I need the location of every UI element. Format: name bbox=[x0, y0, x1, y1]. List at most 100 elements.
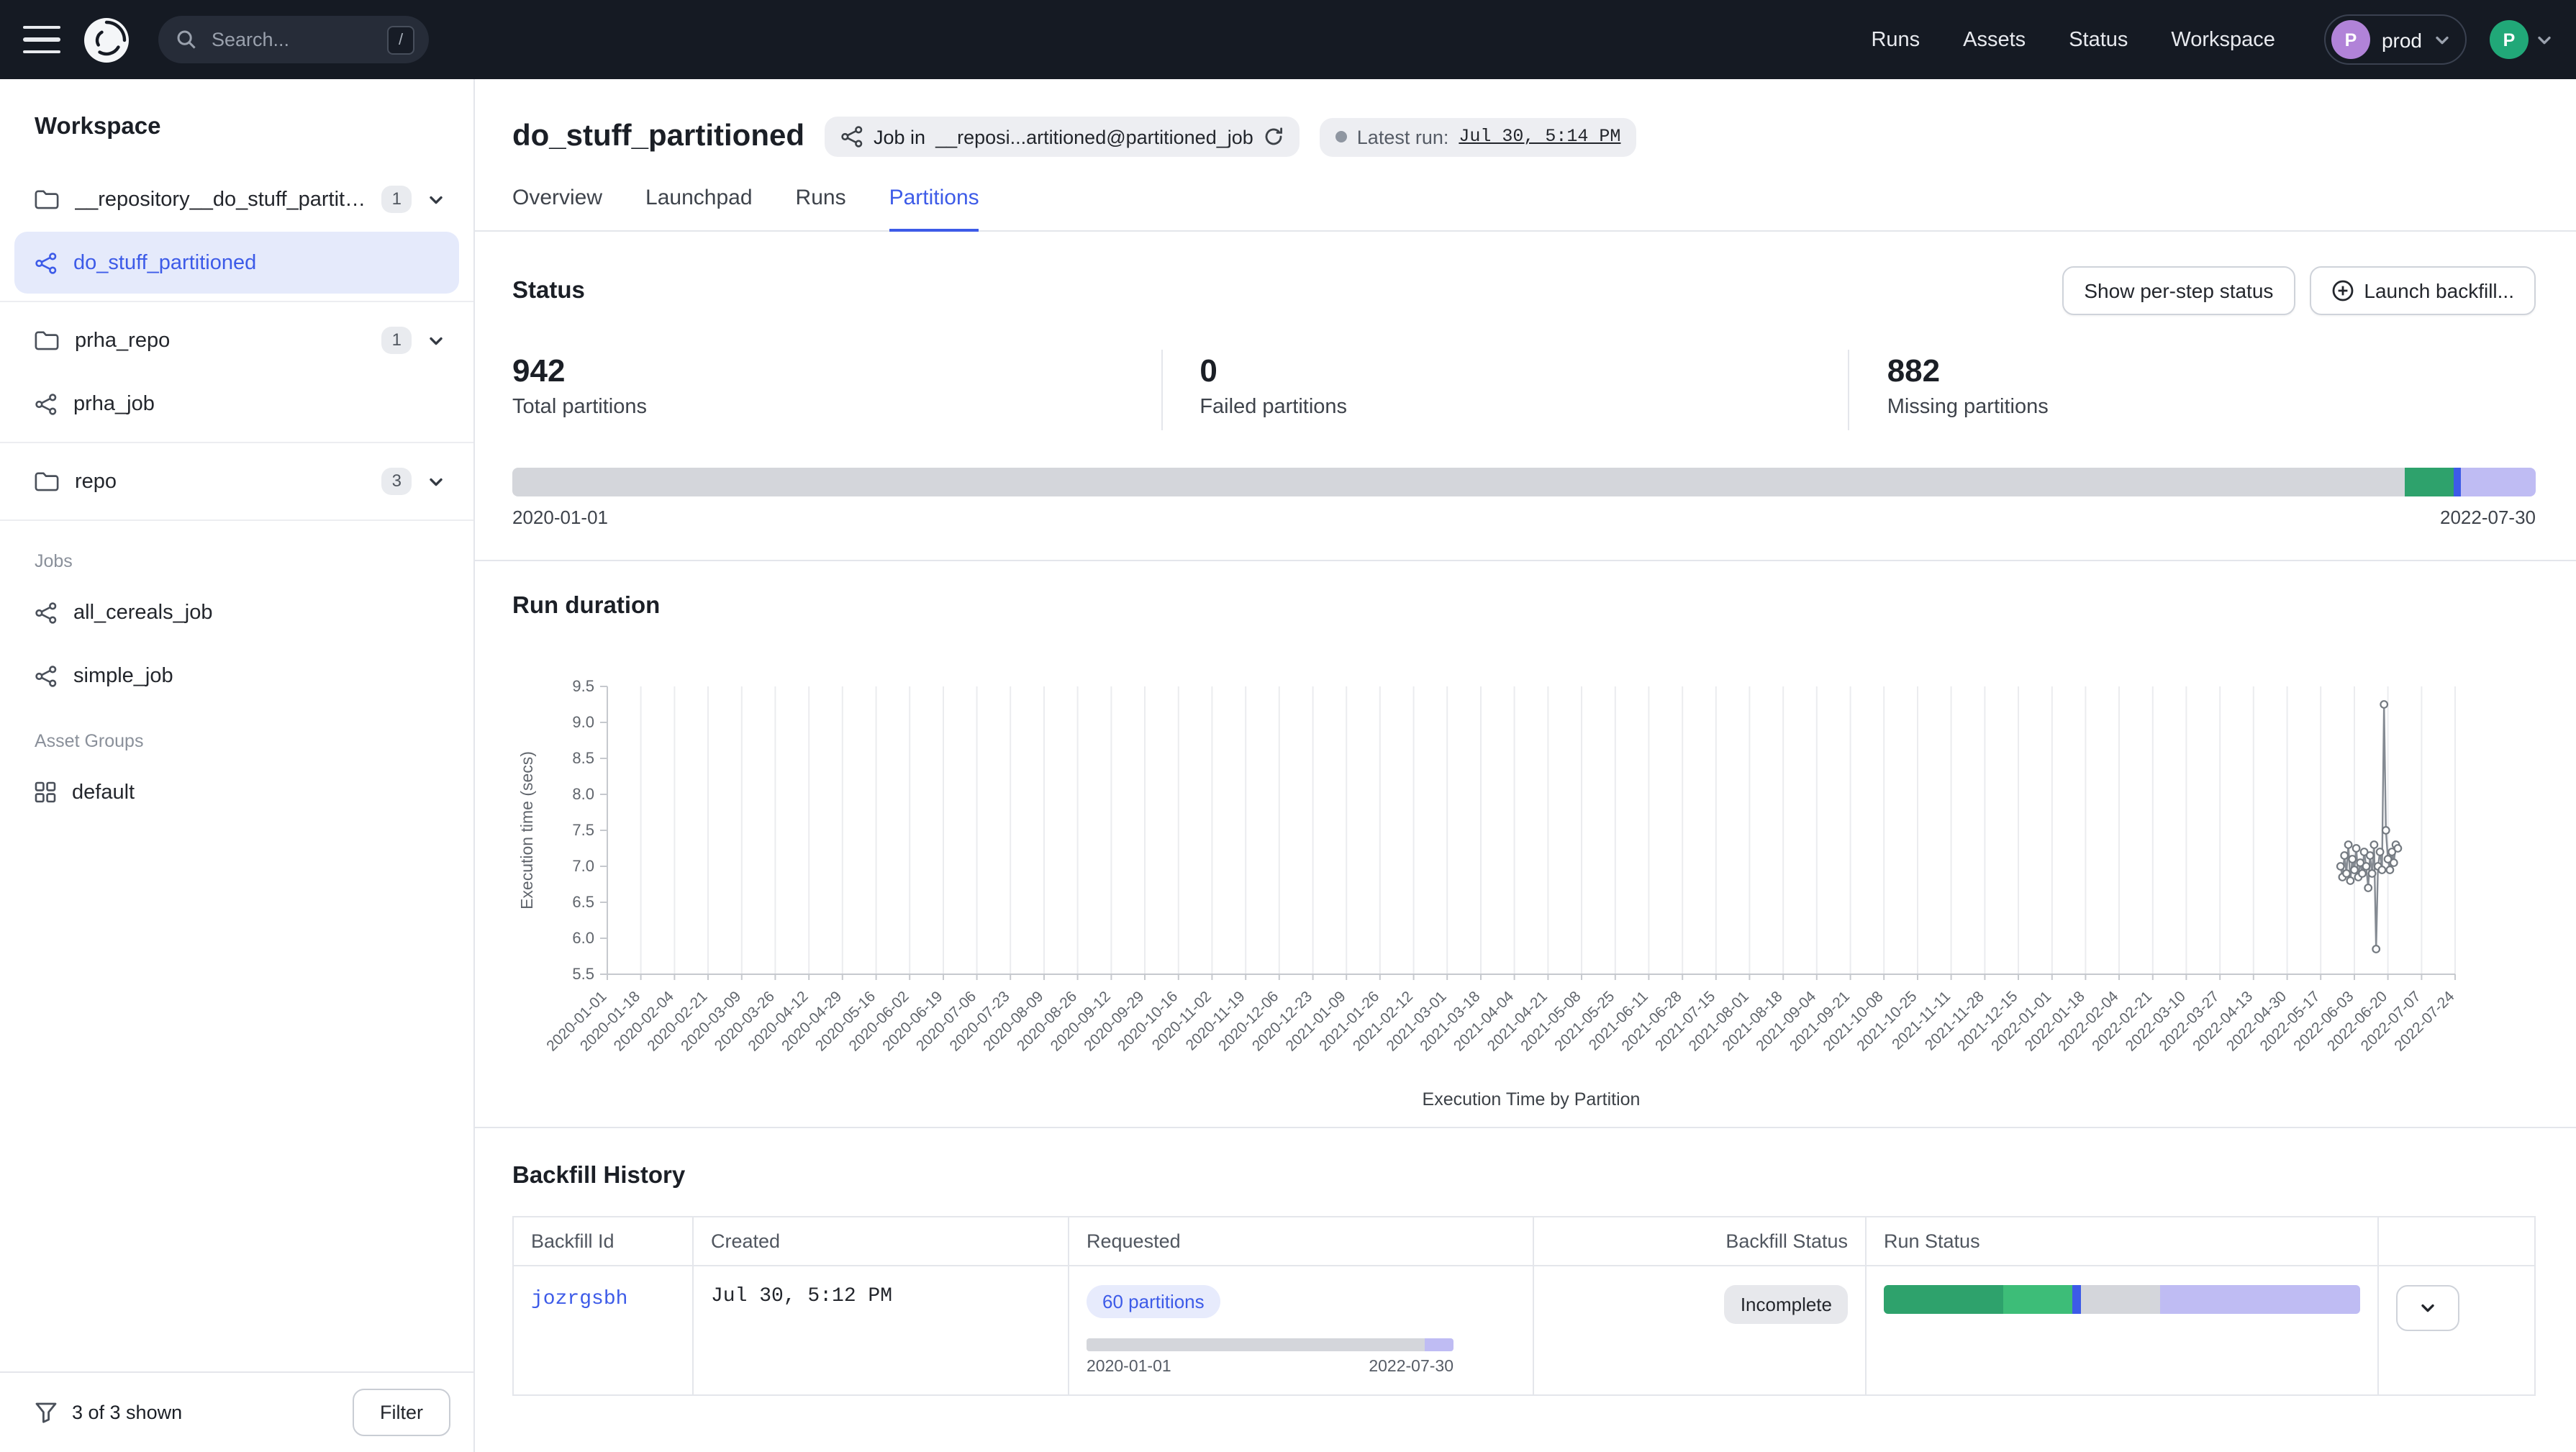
sidebar-item-label: all_cereals_job bbox=[73, 601, 445, 624]
deployment-avatar: P bbox=[2331, 20, 2370, 59]
sidebar-item-simple-job[interactable]: simple_job bbox=[14, 645, 459, 707]
job-origin-chip[interactable]: Job in __reposi...artitioned@partitioned… bbox=[825, 117, 1300, 157]
bar-segment-succeeded-recent bbox=[2003, 1285, 2072, 1314]
workspace-list: __repository__do_stuff_partitio...1 do_st… bbox=[0, 161, 473, 1371]
bar-segment-queued bbox=[2461, 468, 2536, 496]
chevron-down-icon[interactable] bbox=[427, 332, 445, 349]
chevron-down-icon[interactable] bbox=[427, 473, 445, 490]
svg-text:8.5: 8.5 bbox=[572, 749, 594, 767]
sidebar-item-all-cereals-job[interactable]: all_cereals_job bbox=[14, 581, 459, 643]
dagster-logo-icon[interactable] bbox=[81, 14, 132, 65]
chevron-down-icon bbox=[2434, 31, 2451, 48]
partition-bar-dates: 2020-01-01 2022-07-30 bbox=[512, 507, 2536, 528]
bar-start-date: 2020-01-01 bbox=[512, 507, 608, 528]
nav-status[interactable]: Status bbox=[2069, 28, 2128, 51]
bar-segment-unrequested bbox=[1087, 1338, 1424, 1351]
folder-icon bbox=[35, 330, 59, 351]
sidebar-item-default[interactable]: default bbox=[14, 761, 459, 823]
deployment-switcher[interactable]: P prod bbox=[2324, 14, 2467, 65]
latest-run-link[interactable]: Jul 30, 5:14 PM bbox=[1459, 127, 1620, 147]
job-icon bbox=[840, 125, 863, 148]
requested-range-bar bbox=[1087, 1338, 1453, 1351]
job-icon bbox=[35, 664, 58, 687]
svg-text:Execution time (secs): Execution time (secs) bbox=[517, 751, 536, 909]
tab-launchpad[interactable]: Launchpad bbox=[645, 186, 753, 232]
column-actions bbox=[2378, 1217, 2535, 1266]
sidebar-item-label: repo bbox=[75, 470, 366, 493]
run-duration-title: Run duration bbox=[512, 593, 2536, 620]
grid-icon bbox=[35, 781, 56, 803]
stat-missing-partitions: 882Missing partitions bbox=[1849, 350, 2536, 430]
search-icon bbox=[176, 29, 197, 50]
bar-segment-requested bbox=[1424, 1338, 1453, 1351]
sidebar: Workspace __repository__do_stuff_partiti… bbox=[0, 79, 475, 1452]
column-created: Created bbox=[693, 1217, 1069, 1266]
nav-assets[interactable]: Assets bbox=[1963, 28, 2026, 51]
sidebar-section-label: Asset Groups bbox=[0, 708, 473, 760]
backfill-table: Backfill IdCreatedRequestedBackfill Stat… bbox=[512, 1216, 2536, 1396]
tab-runs[interactable]: Runs bbox=[796, 186, 846, 232]
count-badge: 1 bbox=[382, 186, 412, 213]
show-per-step-status-button[interactable]: Show per-step status bbox=[2062, 266, 2295, 315]
status-actions: Show per-step status Launch backfill... bbox=[2062, 266, 2536, 315]
topbar: / Runs Assets Status Workspace P prod P bbox=[0, 0, 2576, 79]
plus-circle-icon bbox=[2331, 279, 2354, 302]
svg-text:6.5: 6.5 bbox=[572, 893, 594, 911]
sidebar-footer: 3 of 3 shown Filter bbox=[0, 1371, 473, 1452]
folder-icon bbox=[35, 471, 59, 492]
column-backfill-id: Backfill Id bbox=[513, 1217, 693, 1266]
stat-value: 942 bbox=[512, 353, 1161, 390]
refresh-icon[interactable] bbox=[1264, 127, 1284, 147]
expand-row-button[interactable] bbox=[2396, 1285, 2459, 1331]
svg-text:6.0: 6.0 bbox=[572, 929, 594, 947]
job-icon bbox=[35, 601, 58, 624]
launch-backfill-button[interactable]: Launch backfill... bbox=[2309, 266, 2536, 315]
column-requested: Requested bbox=[1069, 1217, 1533, 1266]
divider bbox=[0, 519, 473, 521]
chevron-down-icon[interactable] bbox=[427, 191, 445, 208]
bar-segment-succeeded bbox=[1884, 1285, 2003, 1314]
tab-partitions[interactable]: Partitions bbox=[889, 186, 979, 232]
stat-label: Missing partitions bbox=[1887, 396, 2536, 419]
backfill-history-title: Backfill History bbox=[512, 1163, 2536, 1190]
bar-segment-not-started bbox=[2082, 1285, 2160, 1314]
job-icon bbox=[35, 392, 58, 415]
requested-partitions-chip[interactable]: 60 partitions bbox=[1087, 1285, 1220, 1318]
sidebar-item-prha-job[interactable]: prha_job bbox=[14, 373, 459, 435]
sidebar-item-repository-do-stuff-partitio[interactable]: __repository__do_stuff_partitio...1 bbox=[14, 168, 459, 230]
job-chip-prefix: Job in bbox=[874, 126, 925, 148]
backfill-id-link[interactable]: jozrgsbh bbox=[531, 1288, 627, 1311]
nav-workspace[interactable]: Workspace bbox=[2171, 28, 2275, 51]
stat-label: Total partitions bbox=[512, 396, 1161, 419]
main-content: do_stuff_partitioned Job in __reposi...a… bbox=[475, 79, 2576, 1452]
job-path-link[interactable]: __reposi...artitioned@partitioned_job bbox=[935, 126, 1253, 148]
requested-range-dates: 2020-01-01 2022-07-30 bbox=[1087, 1358, 1453, 1376]
tab-overview[interactable]: Overview bbox=[512, 186, 602, 232]
run-status-bar[interactable] bbox=[1884, 1285, 2360, 1314]
sidebar-item-label: do_stuff_partitioned bbox=[73, 251, 445, 274]
svg-text:8.0: 8.0 bbox=[572, 785, 594, 803]
sidebar-item-label: default bbox=[72, 781, 445, 804]
search-box[interactable]: / bbox=[158, 16, 429, 63]
nav-runs[interactable]: Runs bbox=[1871, 28, 1920, 51]
user-menu[interactable]: P bbox=[2490, 20, 2553, 59]
filter-button[interactable]: Filter bbox=[353, 1389, 450, 1436]
svg-text:7.5: 7.5 bbox=[572, 821, 594, 839]
button-label: Show per-step status bbox=[2084, 279, 2273, 302]
partition-status-section: Status Show per-step statusLaunch backfi… bbox=[475, 232, 2576, 560]
sidebar-item-prha-repo[interactable]: prha_repo1 bbox=[14, 309, 459, 371]
partition-status-bar[interactable] bbox=[512, 468, 2536, 496]
search-input[interactable] bbox=[209, 27, 376, 52]
sidebar-item-do-stuff-partitioned[interactable]: do_stuff_partitioned bbox=[14, 232, 459, 294]
topbar-nav: Runs Assets Status Workspace bbox=[1871, 28, 2275, 51]
run-duration-chart: 5.56.06.57.07.58.08.59.09.52020-01-01202… bbox=[512, 669, 2484, 1115]
backfill-history-section: Backfill History Backfill IdCreatedReque… bbox=[475, 1127, 2576, 1396]
folder-icon bbox=[35, 189, 59, 210]
svg-text:Execution Time by Partition: Execution Time by Partition bbox=[1423, 1089, 1641, 1110]
sidebar-item-label: prha_repo bbox=[75, 329, 366, 352]
sidebar-title: Workspace bbox=[0, 79, 473, 161]
latest-run-chip: Latest run: Jul 30, 5:14 PM bbox=[1320, 117, 1637, 156]
menu-icon[interactable] bbox=[23, 26, 60, 53]
backfill-status-chip: Incomplete bbox=[1725, 1285, 1848, 1324]
sidebar-item-repo[interactable]: repo3 bbox=[14, 450, 459, 512]
